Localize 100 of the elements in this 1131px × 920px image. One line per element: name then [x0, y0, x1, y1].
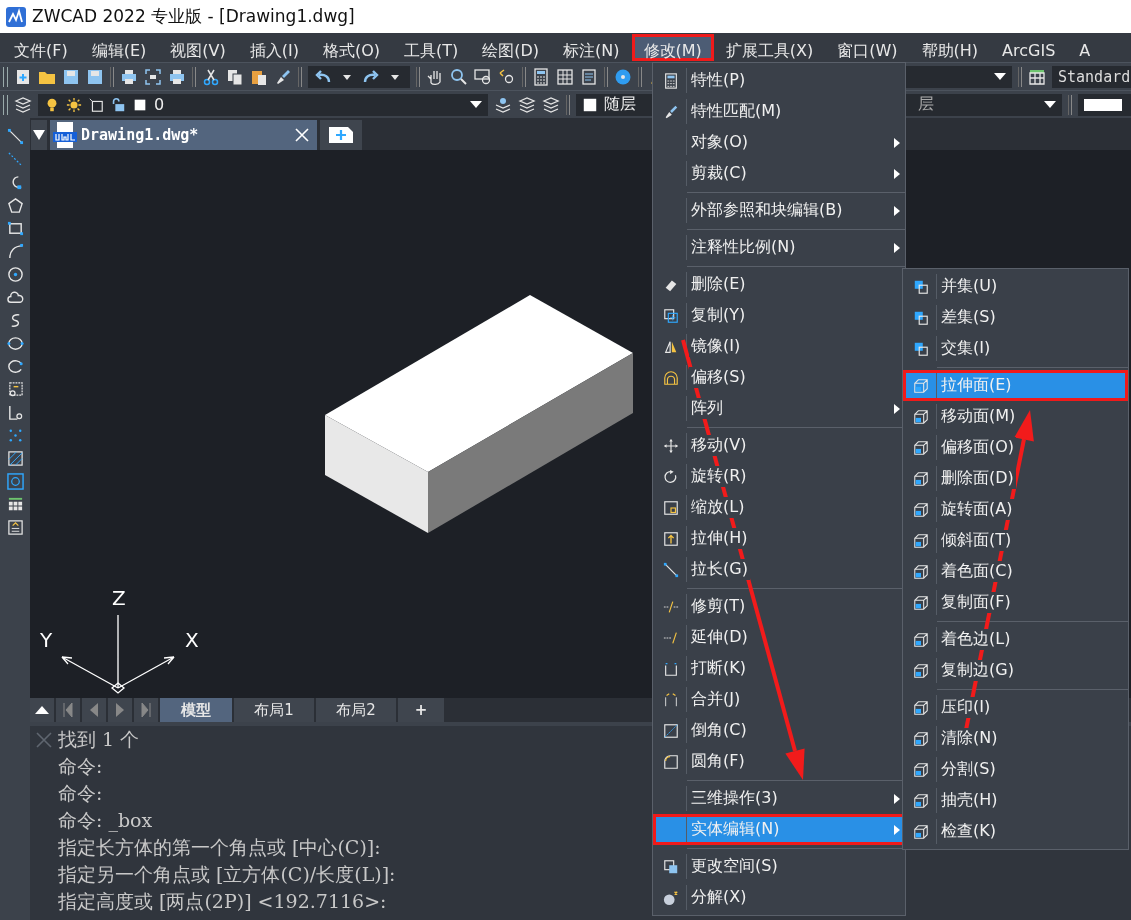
table-style-dropdown[interactable]: Standard — [1052, 65, 1131, 88]
zoom-icon[interactable] — [450, 67, 468, 86]
menu-item[interactable]: 更改空间(S) — [653, 851, 905, 882]
menu-item[interactable]: 特性(P) — [653, 65, 905, 96]
elliptical-arc-icon[interactable] — [6, 358, 24, 375]
layout-tab[interactable]: 模型 — [160, 698, 232, 722]
menu-item[interactable]: 注释性比例(N) — [653, 232, 905, 263]
menu-item[interactable]: 偏移(S) — [653, 362, 905, 393]
save-icon[interactable] — [86, 67, 104, 86]
menu-item[interactable]: 分割(S) — [903, 754, 1128, 785]
menu-item[interactable]: 压印(I) — [903, 692, 1128, 723]
insert-block-icon[interactable] — [6, 381, 24, 398]
brush-icon[interactable] — [274, 67, 292, 86]
menu-bar-item[interactable]: 工具(T) — [392, 34, 471, 61]
menu-bar-item[interactable]: 绘图(D) — [470, 34, 552, 61]
layout-tab[interactable]: 布局2 — [316, 698, 396, 722]
new-tab-button[interactable] — [320, 120, 362, 150]
menu-item[interactable]: 旋转面(A) — [903, 494, 1128, 525]
layers-icon[interactable] — [14, 95, 32, 114]
menu-item[interactable]: 着色面(C) — [903, 556, 1128, 587]
layers-icon[interactable] — [518, 95, 536, 114]
document-tab[interactable]: Drawing1.dwg* — [50, 120, 317, 150]
menu-item[interactable]: 抽壳(H) — [903, 785, 1128, 816]
lineweight-dropdown[interactable] — [1078, 93, 1131, 116]
menu-item[interactable]: 阵列 — [653, 393, 905, 424]
hatch-icon[interactable] — [6, 450, 24, 467]
help-icon[interactable] — [614, 67, 632, 86]
menu-item[interactable]: 分解(X) — [653, 882, 905, 913]
text-block-icon[interactable] — [6, 519, 24, 536]
menu-item[interactable]: 检查(K) — [903, 816, 1128, 847]
menu-bar-item[interactable]: 修改(M) — [631, 34, 714, 61]
block-icon[interactable] — [6, 404, 24, 421]
layout-tab[interactable]: 布局1 — [234, 698, 314, 722]
menu-item[interactable]: 倒角(C) — [653, 715, 905, 746]
menu-item[interactable]: 复制(Y) — [653, 300, 905, 331]
copy-icon[interactable] — [226, 67, 244, 86]
cloud-icon[interactable] — [6, 289, 24, 306]
table-icon[interactable] — [556, 67, 574, 86]
menu-item[interactable]: 复制边(G) — [903, 655, 1128, 686]
menu-item[interactable]: 修剪(T) — [653, 591, 905, 622]
print-icon[interactable] — [168, 67, 186, 86]
menu-item[interactable]: 删除(E) — [653, 269, 905, 300]
menu-item[interactable]: 倾斜面(T) — [903, 525, 1128, 556]
menu-item[interactable]: 镜像(I) — [653, 331, 905, 362]
new-file-icon[interactable] — [14, 67, 32, 86]
line-icon[interactable] — [6, 128, 24, 145]
last-layout-button[interactable] — [134, 698, 158, 722]
menu-bar-item[interactable]: 格式(O) — [310, 34, 392, 61]
menu-item[interactable]: 清除(N) — [903, 723, 1128, 754]
menu-item[interactable]: 移动面(M) — [903, 401, 1128, 432]
preview-icon[interactable] — [144, 67, 162, 86]
menu-item[interactable]: 剪裁(C) — [653, 158, 905, 189]
layers-icon[interactable] — [542, 95, 560, 114]
previous-layout-button[interactable] — [82, 698, 106, 722]
zoom-previous-icon[interactable] — [498, 67, 516, 86]
cut-icon[interactable] — [202, 67, 220, 86]
region-icon[interactable] — [6, 473, 24, 490]
polygon-icon[interactable] — [6, 197, 24, 214]
menu-bar-item[interactable]: 扩展工具(X) — [713, 34, 826, 61]
save-icon[interactable] — [62, 67, 80, 86]
menu-item[interactable]: 删除面(D) — [903, 463, 1128, 494]
menu-item[interactable]: 圆角(F) — [653, 746, 905, 777]
menu-item[interactable]: 着色边(L) — [903, 624, 1128, 655]
menu-item[interactable]: 拉伸(H) — [653, 523, 905, 554]
table-style-icon[interactable] — [1028, 67, 1046, 86]
print-icon[interactable] — [120, 67, 138, 86]
arc-icon[interactable] — [6, 243, 24, 260]
menu-item[interactable]: 复制面(F) — [903, 587, 1128, 618]
menu-item[interactable]: 交集(I) — [903, 333, 1128, 364]
next-layout-button[interactable] — [108, 698, 132, 722]
menu-item[interactable]: 拉长(G) — [653, 554, 905, 585]
layer-dropdown[interactable]: 0 — [38, 93, 488, 116]
tab-list-button[interactable] — [31, 120, 47, 150]
menu-item[interactable]: 旋转(R) — [653, 461, 905, 492]
menu-bar-item[interactable]: A — [1067, 34, 1103, 61]
menu-bar-item[interactable]: 插入(I) — [237, 34, 311, 61]
menu-item[interactable]: 三维操作(3) — [653, 783, 905, 814]
rectangle-icon[interactable] — [6, 220, 24, 237]
sheet-icon[interactable] — [580, 67, 598, 86]
calculator-icon[interactable] — [532, 67, 550, 86]
menu-item[interactable]: 延伸(D) — [653, 622, 905, 653]
menu-bar-item[interactable]: 文件(F) — [2, 34, 80, 61]
menu-item[interactable]: 缩放(L) — [653, 492, 905, 523]
circle-icon[interactable] — [6, 266, 24, 283]
menu-bar-item[interactable]: 视图(V) — [158, 34, 238, 61]
menu-item[interactable]: 外部参照和块编辑(B) — [653, 195, 905, 226]
ellipse-icon[interactable] — [6, 335, 24, 352]
menu-bar-item[interactable]: 标注(N) — [551, 34, 632, 61]
menu-bar-item[interactable]: 帮助(H) — [909, 34, 991, 61]
menu-bar-item[interactable]: 编辑(E) — [79, 34, 159, 61]
menu-item[interactable]: 差集(S) — [903, 302, 1128, 333]
menu-item[interactable]: 打断(K) — [653, 653, 905, 684]
zoom-window-icon[interactable] — [474, 67, 492, 86]
menu-item[interactable]: 并集(U) — [903, 271, 1128, 302]
menu-item[interactable]: 偏移面(O) — [903, 432, 1128, 463]
add-layout-button[interactable]: + — [398, 698, 444, 722]
menu-bar-item[interactable]: ArcGIS — [990, 34, 1068, 61]
menu-item[interactable]: 移动(V) — [653, 430, 905, 461]
table-icon[interactable] — [6, 496, 24, 513]
layers-icon[interactable] — [494, 95, 512, 114]
